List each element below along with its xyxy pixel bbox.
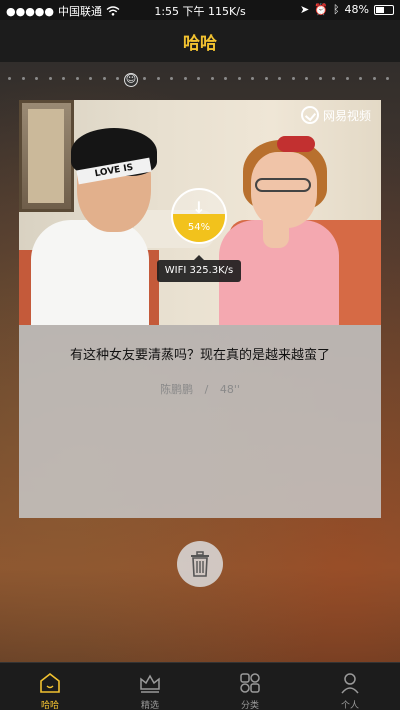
person-icon xyxy=(341,673,359,694)
boy-figure xyxy=(31,220,149,325)
indicator-dot xyxy=(183,77,187,80)
indicator-dot xyxy=(143,77,146,80)
indicator-dot xyxy=(386,77,389,80)
meta-separator: / xyxy=(204,383,209,396)
tab-label: 哈哈 xyxy=(40,701,59,710)
download-progress[interactable]: ↓ 54% xyxy=(171,188,227,244)
indicator-dot xyxy=(318,77,322,80)
tab-haha[interactable]: 哈哈 xyxy=(0,663,100,710)
indicator-dot xyxy=(264,77,268,80)
indicator-dot xyxy=(305,77,308,80)
grid-icon xyxy=(240,673,260,693)
tab-label: 个人 xyxy=(340,701,359,710)
indicator-dot xyxy=(291,77,295,80)
alarm-icon: ⏰ xyxy=(314,3,328,16)
location-icon: ➤ xyxy=(300,3,310,16)
smiley-icon: ☺ xyxy=(124,73,138,87)
indicator-dot xyxy=(237,77,241,80)
video-card[interactable]: LOVE IS 网易视频 ↓ 54% WIFI 325.3K/s 有这种女友要清… xyxy=(19,100,381,518)
download-arrow-icon: ↓ xyxy=(192,198,206,217)
status-right: ➤ ⏰ ᛒ 48% xyxy=(300,3,394,16)
video-meta: 陈鹏鹏 / 48'' xyxy=(19,381,381,397)
speed-tooltip: WIFI 325.3K/s xyxy=(157,255,241,282)
video-duration: 48'' xyxy=(219,383,240,396)
tab-label: 精选 xyxy=(140,701,159,710)
girl-bow xyxy=(277,136,315,152)
indicator-dot xyxy=(372,77,376,80)
indicator-dot xyxy=(35,77,38,80)
indicator-dot xyxy=(48,77,52,80)
indicator-dot xyxy=(116,77,119,80)
indicator-dot xyxy=(21,77,25,80)
indicator-dot xyxy=(224,77,227,80)
indicator-dot xyxy=(332,77,335,80)
watermark: 网易视频 xyxy=(301,106,371,124)
wall-picture xyxy=(19,100,74,212)
nav-header: 哈哈 xyxy=(0,20,400,62)
indicator-dot xyxy=(62,77,65,80)
girl-glasses xyxy=(255,178,311,192)
watermark-text: 网易视频 xyxy=(323,108,372,123)
indicator-dot xyxy=(359,77,362,80)
home-icon xyxy=(40,672,60,693)
indicator-dot xyxy=(251,77,254,80)
indicator-dot xyxy=(345,77,349,80)
tab-personal[interactable]: 个人 xyxy=(300,663,400,710)
status-bar: ●●●●● 中国联通 1:55 下午 115K/s ➤ ⏰ ᛒ 48% xyxy=(0,0,400,20)
tab-category[interactable]: 分类 xyxy=(200,663,300,710)
crown-icon xyxy=(140,674,160,693)
video-title: 有这种女友要清蒸吗？现在真的是越来越蛮了 xyxy=(69,348,330,363)
page-indicator xyxy=(0,72,400,86)
girl-hand xyxy=(263,212,289,248)
indicator-dot xyxy=(8,77,11,80)
netease-logo-icon xyxy=(301,106,319,124)
indicator-dot xyxy=(170,77,173,80)
trash-icon xyxy=(191,551,209,577)
battery-icon xyxy=(374,4,394,15)
indicator-dot xyxy=(156,77,160,80)
page-title: 哈哈 xyxy=(183,33,217,54)
progress-percent: 54% xyxy=(187,222,211,233)
indicator-dot xyxy=(197,77,200,80)
indicator-dot xyxy=(75,77,79,80)
video-thumbnail[interactable]: LOVE IS 网易视频 ↓ 54% WIFI 325.3K/s xyxy=(19,100,381,325)
tab-bar: 哈哈 精选 分类 个人 xyxy=(0,662,400,710)
delete-button[interactable] xyxy=(177,541,223,587)
tab-featured[interactable]: 精选 xyxy=(100,663,200,710)
tab-label: 分类 xyxy=(240,701,259,710)
battery-percent: 48% xyxy=(344,3,369,16)
indicator-dot xyxy=(102,77,106,80)
indicator-dot xyxy=(89,77,92,80)
bluetooth-icon: ᛒ xyxy=(332,3,340,16)
author-name: 陈鹏鹏 xyxy=(160,383,194,396)
indicator-dot xyxy=(278,77,281,80)
indicator-dot xyxy=(210,77,214,80)
